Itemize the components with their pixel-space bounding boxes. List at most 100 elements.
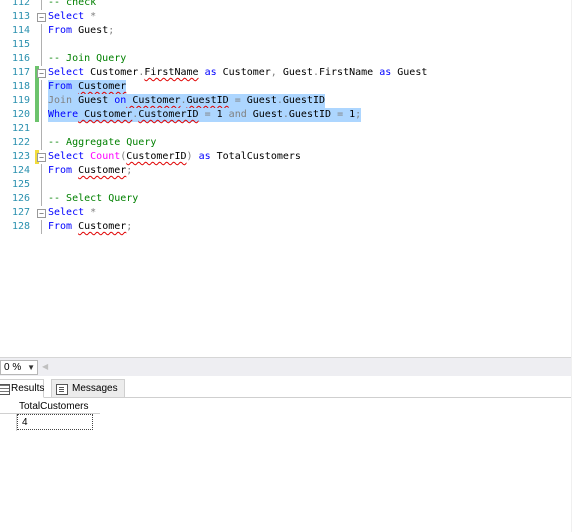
line-number: 119: [11, 95, 30, 106]
line-number: 128: [11, 221, 30, 232]
zoom-value: 0 %: [4, 362, 22, 373]
code-token: From: [48, 165, 73, 176]
code-token: GuestID: [186, 95, 229, 106]
code-text: Where Customer.CustomerID = 1 and Guest.…: [48, 108, 362, 122]
code-line[interactable]: 116 -- Join Query: [0, 52, 572, 66]
result-cell[interactable]: 4: [17, 414, 93, 430]
code-token: Guest: [72, 95, 115, 106]
code-token: Guest: [391, 67, 428, 78]
outline-guide: [41, 0, 42, 10]
code-token: Customer: [78, 81, 127, 92]
code-token: Customer: [84, 67, 139, 78]
code-line[interactable]: 127− Select *: [0, 206, 572, 220]
code-text: From Customer;: [48, 220, 132, 234]
collapse-icon[interactable]: −: [37, 209, 46, 218]
code-line[interactable]: 126 -- Select Query: [0, 192, 572, 206]
code-text: -- Aggregate Query: [48, 136, 156, 150]
code-token: FirstName: [318, 67, 374, 78]
line-number: 114: [11, 25, 30, 36]
code-token: GuestID: [282, 95, 326, 106]
code-line[interactable]: 115: [0, 38, 572, 52]
code-token: ;: [126, 221, 133, 232]
code-token: Guest: [72, 25, 109, 36]
tab-messages[interactable]: Messages: [51, 379, 125, 398]
code-text: From Customer;: [48, 164, 132, 178]
code-token: Guest: [246, 95, 277, 106]
line-number: 118: [11, 81, 30, 92]
line-number: 113: [11, 11, 30, 22]
code-text: Select Count(CustomerID) as TotalCustome…: [48, 150, 301, 164]
code-line[interactable]: 114 From Guest;: [0, 24, 572, 38]
code-token: Select: [48, 207, 85, 218]
code-text: From Guest;: [48, 24, 114, 38]
results-tab-bar: Results Messages: [0, 377, 572, 398]
code-line[interactable]: 112 -- check: [0, 0, 572, 10]
code-token: Customer: [78, 221, 127, 232]
change-marker: [35, 108, 39, 122]
code-token: From: [48, 81, 73, 92]
code-line[interactable]: 119 Join Guest on Customer.GuestID = Gues…: [0, 94, 572, 108]
tab-results-label: Results: [11, 383, 45, 394]
code-line[interactable]: 117− Select Customer.FirstName as Custome…: [0, 66, 572, 80]
code-token: Where: [48, 109, 79, 120]
outline-guide: [41, 108, 42, 122]
query-editor[interactable]: 112 -- check 113− Select * 114 From Guest; 115…: [0, 0, 572, 356]
code-token: *: [90, 207, 97, 218]
tab-messages-label: Messages: [72, 383, 118, 394]
code-line[interactable]: 128 From Customer;: [0, 220, 572, 234]
caret-down-icon: ▼: [27, 363, 35, 372]
code-line[interactable]: 118 From Customer: [0, 80, 572, 94]
outline-guide: [41, 94, 42, 108]
code-line[interactable]: 121: [0, 122, 572, 136]
code-text: Select Customer.FirstName as Customer, G…: [48, 66, 427, 80]
line-number: 120: [11, 109, 30, 120]
outline-guide: [41, 80, 42, 94]
column-header[interactable]: TotalCustomers: [19, 400, 95, 414]
code-token: as: [198, 151, 211, 162]
code-token: Select: [48, 151, 85, 162]
messages-icon: [56, 384, 68, 395]
line-number: 124: [11, 165, 30, 176]
collapse-icon[interactable]: −: [37, 153, 46, 162]
results-grid[interactable]: TotalCustomers 4: [0, 398, 572, 532]
code-token: ;: [355, 109, 362, 120]
outline-guide: [41, 178, 42, 192]
code-token: *: [90, 11, 97, 22]
code-token: Join: [48, 95, 73, 106]
code-text: From Customer: [48, 80, 127, 94]
collapse-icon[interactable]: −: [37, 13, 46, 22]
scroll-left-icon[interactable]: ◀: [42, 362, 48, 371]
outline-guide: [41, 192, 42, 206]
code-text: Select *: [48, 206, 96, 220]
zoom-dropdown[interactable]: 0 % ▼: [0, 360, 38, 375]
code-text: -- check: [48, 0, 96, 10]
code-line[interactable]: 113− Select *: [0, 10, 572, 24]
grid-icon: [0, 384, 10, 395]
line-number: 117: [11, 67, 30, 78]
code-token: -- check: [48, 0, 97, 8]
line-number: 122: [11, 137, 30, 148]
code-token: FirstName: [144, 67, 199, 78]
code-line[interactable]: 124 From Customer;: [0, 164, 572, 178]
code-token: Customer: [78, 165, 127, 176]
line-number: 116: [11, 53, 30, 64]
code-line[interactable]: 120 Where Customer.CustomerID = 1 and Gue…: [0, 108, 572, 122]
code-token: on: [114, 95, 127, 106]
code-token: -- Select Query: [48, 193, 139, 204]
code-text: -- Join Query: [48, 52, 126, 66]
line-number: 125: [11, 179, 30, 190]
code-token: as: [204, 67, 217, 78]
code-token: CustomerID: [126, 151, 187, 162]
code-token: -- Join Query: [48, 53, 127, 64]
code-token: Count: [90, 151, 121, 162]
code-line[interactable]: 122 -- Aggregate Query: [0, 136, 572, 150]
code-line[interactable]: 125: [0, 178, 572, 192]
code-line[interactable]: 123− Select Count(CustomerID) as TotalCus…: [0, 150, 572, 164]
row-header[interactable]: [0, 414, 17, 431]
collapse-icon[interactable]: −: [37, 69, 46, 78]
code-token: Select: [48, 67, 85, 78]
code-token: Customer: [126, 95, 181, 106]
outline-guide: [41, 164, 42, 178]
tab-results[interactable]: Results: [0, 379, 44, 398]
line-number: 115: [11, 39, 30, 50]
